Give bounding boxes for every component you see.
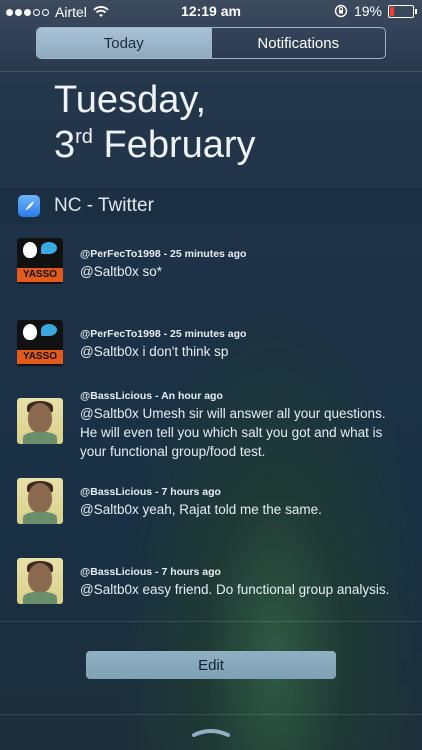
grabber-handle-icon[interactable] — [191, 727, 231, 737]
tweet-meta: @PerFecTo1998 - 25 minutes ago — [80, 248, 246, 260]
widget-divider — [0, 621, 422, 622]
footer-divider — [0, 714, 422, 715]
tweet-username: @PerFecTo1998 — [80, 328, 161, 340]
avatar-head — [28, 483, 52, 513]
tweet-username: @PerFecTo1998 — [80, 248, 161, 260]
avatar-head — [28, 563, 52, 593]
avatar-head — [28, 403, 52, 433]
tweet-time: 25 minutes ago — [170, 328, 247, 340]
day-suffix: rd — [75, 126, 93, 148]
tweet-separator: - — [152, 390, 162, 402]
month-name: February — [103, 124, 256, 166]
twitter-bird-icon — [41, 324, 57, 336]
tweet-time: 25 minutes ago — [170, 248, 247, 260]
apple-logo-icon — [23, 242, 37, 258]
face-avatar[interactable] — [17, 478, 63, 524]
header-divider — [0, 71, 422, 72]
tweet-meta: @BassLicious - 7 hours ago — [80, 486, 221, 498]
tweet-time: An hour ago — [161, 390, 223, 402]
tweet-time: 7 hours ago — [161, 486, 221, 498]
tweet-text: @Saltb0x Umesh sir will answer all your … — [80, 406, 386, 459]
rotation-lock-icon — [334, 4, 348, 18]
tweet-text: @Saltb0x i don't think sp — [80, 344, 229, 359]
battery-icon — [388, 4, 417, 18]
weekday-label: Tuesday, — [54, 79, 207, 121]
avatar-shirt — [23, 592, 57, 604]
tweet-meta: @PerFecTo1998 - 25 minutes ago — [80, 328, 246, 340]
segmented-control: Today Notifications — [36, 27, 386, 59]
face-avatar[interactable] — [17, 558, 63, 604]
date-label: 3rd February — [54, 123, 256, 168]
avatar-shirt — [23, 432, 57, 444]
tweet-separator: - — [160, 248, 171, 260]
status-right: 19% — [334, 3, 417, 19]
day-number: 3 — [54, 124, 76, 166]
tab-notifications[interactable]: Notifications — [210, 28, 386, 58]
face-avatar[interactable] — [17, 398, 63, 444]
yasso-avatar[interactable]: YASSO — [17, 320, 63, 366]
tweet-separator: - — [160, 328, 171, 340]
tweet-text: @Saltb0x easy friend. Do functional grou… — [80, 582, 390, 597]
battery-tip — [415, 8, 417, 14]
tab-today[interactable]: Today — [37, 28, 211, 58]
tweet-meta: @BassLicious - 7 hours ago — [80, 566, 221, 578]
feather-icon — [18, 195, 40, 217]
tweet-text: @Saltb0x yeah, Rajat told me the same. — [80, 502, 322, 517]
avatar-banner-text: YASSO — [17, 268, 63, 282]
tweet-username: @BassLicious — [80, 390, 153, 402]
tweet-username: @BassLicious — [80, 566, 153, 578]
edit-button[interactable]: Edit — [86, 651, 336, 679]
tweet-meta: @BassLicious - An hour ago — [80, 390, 223, 402]
tweet-time: 7 hours ago — [161, 566, 221, 578]
feather-glyph — [25, 201, 34, 211]
status-bar: Airtel 12:19 am 19% — [0, 0, 422, 22]
twitter-bird-icon — [41, 242, 57, 254]
battery-percent: 19% — [353, 3, 382, 19]
widget-title: NC - Twitter — [54, 195, 154, 216]
avatar-banner-text: YASSO — [17, 350, 63, 364]
yasso-avatar[interactable]: YASSO — [17, 238, 63, 284]
avatar-shirt — [23, 512, 57, 524]
battery-fill — [390, 6, 394, 16]
apple-logo-icon — [23, 324, 37, 340]
date-display: Tuesday, 3rd February — [54, 78, 256, 168]
tweet-text: @Saltb0x so* — [80, 264, 162, 279]
tweet-username: @BassLicious — [80, 486, 153, 498]
widget-header[interactable]: NC - Twitter — [0, 188, 422, 224]
